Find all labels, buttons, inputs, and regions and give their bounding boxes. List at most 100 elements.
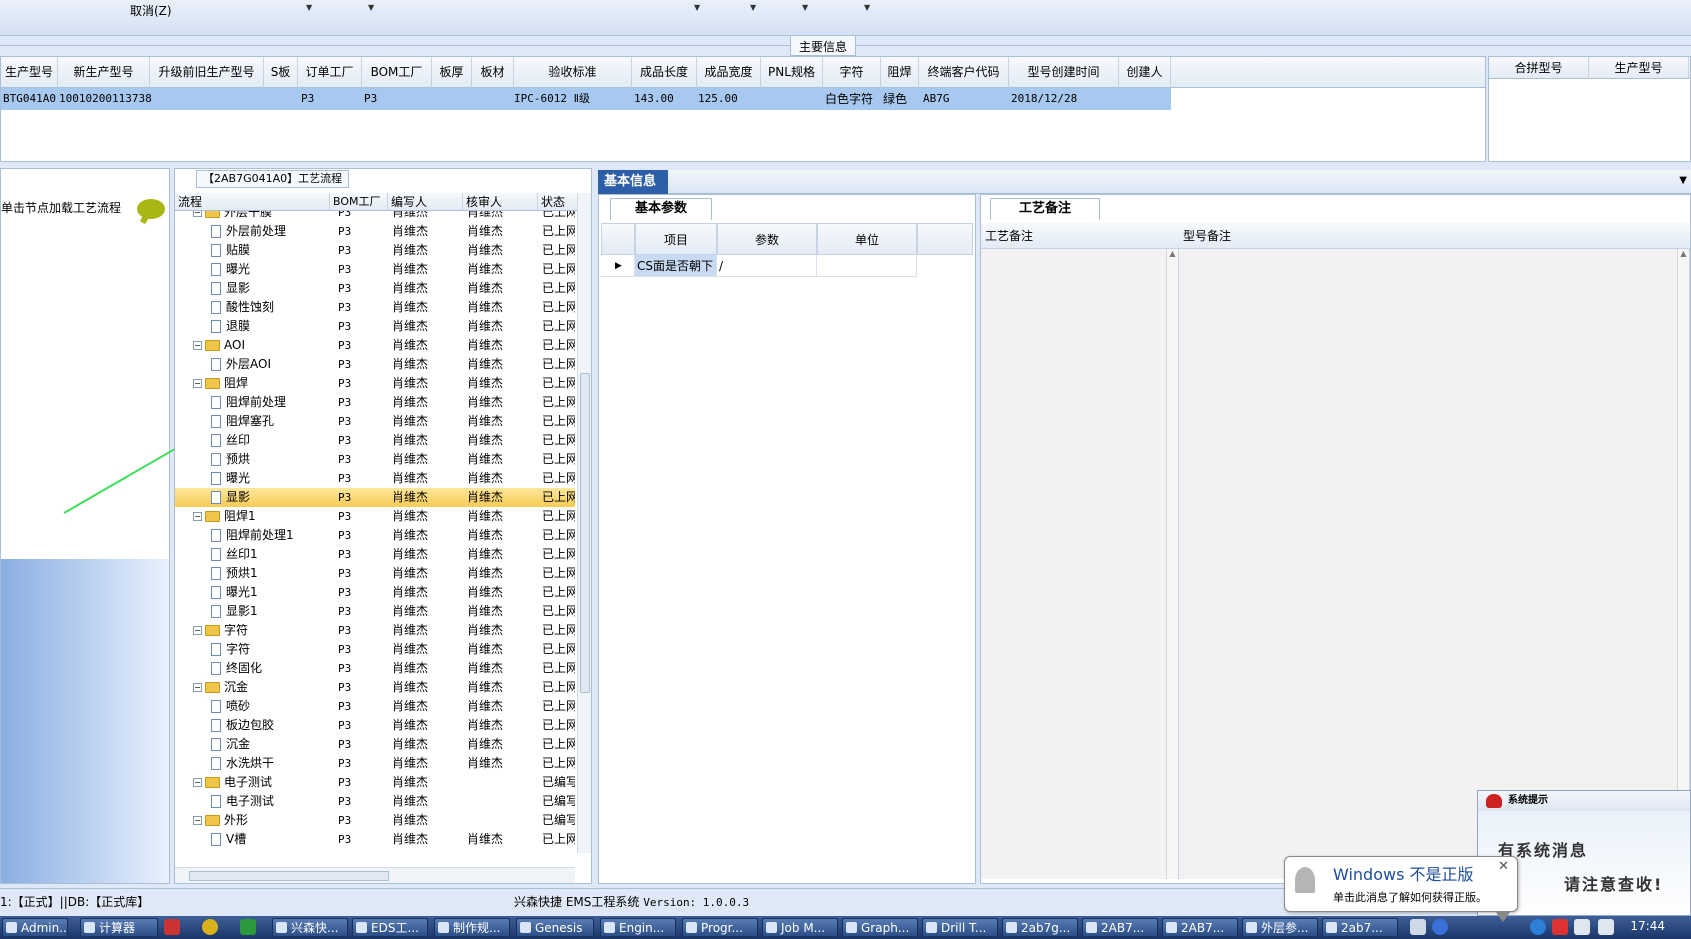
col-header[interactable]: BOM工厂 (362, 57, 432, 88)
tree-row[interactable]: − AOI P3 肖维杰 肖维杰 已上网 (175, 336, 575, 355)
tree-node[interactable]: 水洗烘干 (211, 754, 274, 773)
collapse-icon[interactable]: − (193, 683, 202, 692)
tree-row[interactable]: − 阻焊1 P3 肖维杰 肖维杰 已上网 (175, 507, 575, 526)
tree-node[interactable]: V槽 (211, 830, 246, 849)
col-param[interactable]: 参数 (717, 223, 817, 255)
collapse-icon[interactable]: − (193, 341, 202, 350)
tree-row[interactable]: 酸性蚀刻 P3 肖维杰 肖维杰 已上网 (175, 298, 575, 317)
tree-node[interactable]: 阻焊塞孔 (211, 412, 274, 431)
tree-node[interactable]: − 字符 (193, 621, 248, 640)
tree-node[interactable]: 沉金 (211, 735, 250, 754)
tree-node[interactable]: − 阻焊 (193, 374, 248, 393)
tree-node[interactable]: 贴膜 (211, 241, 250, 260)
taskbar-item[interactable]: EDS工... (352, 918, 428, 937)
tree-row[interactable]: 字符 P3 肖维杰 肖维杰 已上网 (175, 640, 575, 659)
col-header[interactable]: 生产型号 (1589, 57, 1689, 79)
tree-node[interactable]: 外层前处理 (211, 222, 286, 241)
taskbar-item[interactable]: 兴森快... (272, 918, 348, 937)
col-header[interactable]: 型号创建时间 (1009, 57, 1119, 88)
cell-param[interactable]: / (717, 255, 817, 277)
col-header[interactable]: 新生产型号 (58, 57, 150, 88)
tree-node[interactable]: 阻焊前处理1 (211, 526, 294, 545)
app-icon[interactable] (240, 919, 256, 935)
tree-row[interactable]: − 外层干膜 P3 肖维杰 肖维杰 已上网 (175, 211, 575, 222)
tree-row[interactable]: − 阻焊 P3 肖维杰 肖维杰 已上网 (175, 374, 575, 393)
tree-row[interactable]: 阻焊前处理1 P3 肖维杰 肖维杰 已上网 (175, 526, 575, 545)
help-icon[interactable] (1432, 919, 1448, 935)
taskbar-item[interactable]: 2ab7g... (1002, 918, 1078, 937)
close-icon[interactable]: ✕ (1498, 859, 1509, 874)
tree-row[interactable]: 退膜 P3 肖维杰 肖维杰 已上网 (175, 317, 575, 336)
tree-rows[interactable]: − 外层干膜 P3 肖维杰 肖维杰 已上网 外层前处理 P3 肖维杰 肖维杰 已上网 贴膜 P3 肖维杰肖… (175, 211, 575, 851)
tree-node[interactable]: − 阻焊1 (193, 507, 256, 526)
col-header[interactable]: 成品宽度 (697, 57, 761, 88)
taskbar-item[interactable]: Genesis (516, 918, 594, 937)
col-writer[interactable]: 编写人 (388, 193, 463, 211)
collapse-icon[interactable]: − (193, 778, 202, 787)
tray-icon[interactable] (1552, 919, 1568, 935)
tree-row[interactable]: 显影1 P3 肖维杰 肖维杰 已上网 (175, 602, 575, 621)
dropdown-arrow-icon[interactable]: ▼ (694, 3, 700, 12)
col-header[interactable]: 阻焊 (881, 57, 919, 88)
process-tab[interactable]: 【2AB7G041A0】工艺流程 (196, 170, 350, 188)
tree-row[interactable]: 板边包胶 P3 肖维杰 肖维杰 已上网 (175, 716, 575, 735)
tree-row[interactable]: 外层前处理 P3 肖维杰 肖维杰 已上网 (175, 222, 575, 241)
col-unit[interactable]: 单位 (817, 223, 917, 255)
tree-row[interactable]: 丝印 P3 肖维杰 肖维杰 已上网 (175, 431, 575, 450)
tree-node[interactable]: 预烘 (211, 450, 250, 469)
merge-model-grid[interactable]: 合拼型号 生产型号 (1488, 56, 1691, 162)
dropdown-arrow-icon[interactable]: ▼ (864, 3, 870, 12)
col-header[interactable]: 订单工厂 (298, 57, 362, 88)
tree-row[interactable]: 铣板 P3 肖维杰 已编写 (175, 849, 575, 851)
tree-node[interactable]: 显影 (211, 279, 250, 298)
cancel-menu[interactable]: 取消(Z) (130, 2, 172, 19)
tree-row[interactable]: 外层AOI P3 肖维杰 肖维杰 已上网 (175, 355, 575, 374)
tree-row[interactable]: 阻焊塞孔 P3 肖维杰 肖维杰 已上网 (175, 412, 575, 431)
windows-notice-balloon[interactable]: Windows 不是正版 ✕ 单击此消息了解如何获得正版。 (1284, 856, 1518, 922)
tree-node[interactable]: − AOI (193, 336, 245, 355)
tree-node[interactable]: 预烘1 (211, 564, 258, 583)
col-header[interactable]: 成品长度 (632, 57, 697, 88)
tab-basic-info[interactable]: 基本信息 (598, 170, 668, 194)
col-flow[interactable]: 流程 (175, 193, 330, 211)
col-craft-notes[interactable]: 工艺备注 (981, 223, 1179, 249)
tree-node[interactable]: 显影1 (211, 602, 258, 621)
tree-node[interactable]: 显影 (211, 488, 250, 507)
tree-node[interactable]: 板边包胶 (211, 716, 274, 735)
tree-node[interactable]: 电子测试 (211, 792, 274, 811)
scroll-thumb[interactable] (580, 373, 590, 693)
tree-row[interactable]: 预烘 P3 肖维杰 肖维杰 已上网 (175, 450, 575, 469)
vertical-scrollbar[interactable] (577, 193, 591, 853)
col-header[interactable]: 创建人 (1119, 57, 1171, 88)
tree-row[interactable]: 沉金 P3 肖维杰 肖维杰 已上网 (175, 735, 575, 754)
col-bom[interactable]: BOM工厂 (330, 193, 388, 211)
col-header[interactable]: S板 (264, 57, 298, 88)
col-header[interactable]: PNL规格 (761, 57, 823, 88)
col-item[interactable]: 项目 (635, 223, 717, 255)
tree-node[interactable]: 字符 (211, 640, 250, 659)
tree-row[interactable]: − 电子测试 P3 肖维杰 已编写 (175, 773, 575, 792)
tree-node[interactable]: 曝光 (211, 260, 250, 279)
tree-row[interactable]: 阻焊前处理 P3 肖维杰 肖维杰 已上网 (175, 393, 575, 412)
app-icon[interactable] (202, 919, 218, 935)
tray-icon[interactable] (1410, 919, 1426, 935)
dropdown-arrow-icon[interactable]: ▼ (368, 3, 374, 12)
tree-row[interactable]: − 外形 P3 肖维杰 已编写 (175, 811, 575, 830)
app-icon[interactable] (164, 919, 180, 935)
col-status[interactable]: 状态 (538, 193, 578, 211)
collapse-icon[interactable]: − (193, 626, 202, 635)
tree-row[interactable]: 显影 P3 肖维杰 肖维杰 已上网 (175, 488, 575, 507)
col-header[interactable]: 升级前旧生产型号 (150, 57, 264, 88)
tree-node[interactable]: − 外形 (193, 811, 248, 830)
tree-row[interactable]: 喷砂 P3 肖维杰 肖维杰 已上网 (175, 697, 575, 716)
horizontal-scrollbar[interactable] (175, 867, 575, 883)
taskbar-item[interactable]: Drill T... (922, 918, 998, 937)
tree-node[interactable]: 曝光1 (211, 583, 258, 602)
tree-row[interactable]: 曝光 P3 肖维杰 肖维杰 已上网 (175, 469, 575, 488)
tree-node[interactable]: − 电子测试 (193, 773, 272, 792)
craft-notes-textarea[interactable]: ▲ (981, 249, 1179, 879)
taskbar-item[interactable]: Graph... (842, 918, 918, 937)
tree-row[interactable]: 显影 P3 肖维杰 肖维杰 已上网 (175, 279, 575, 298)
col-header[interactable]: 验收标准 (514, 57, 632, 88)
col-header[interactable]: 生产型号 (1, 57, 58, 88)
